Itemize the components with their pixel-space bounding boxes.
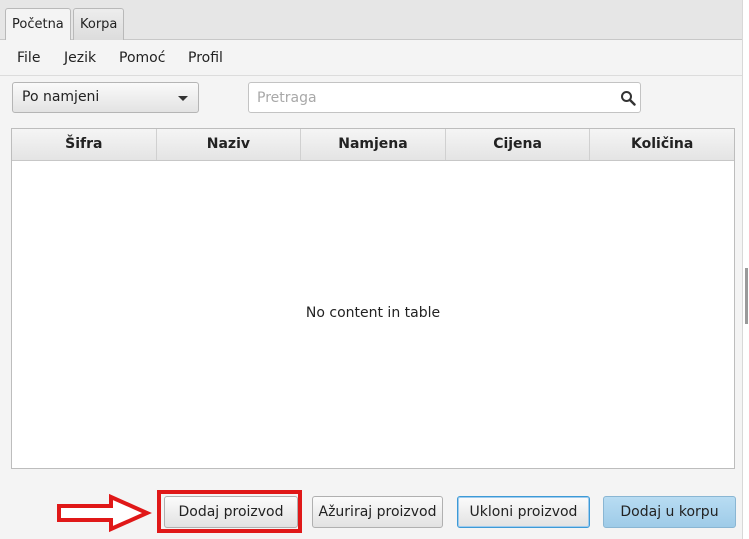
products-table[interactable]: Šifra Naziv Namjena Cijena Količina No c… xyxy=(11,128,735,469)
remove-product-button[interactable]: Ukloni proizvod xyxy=(457,496,590,528)
column-header-namjena[interactable]: Namjena xyxy=(301,129,446,160)
search-field[interactable] xyxy=(248,82,641,113)
tab-korpa[interactable]: Korpa xyxy=(73,8,125,40)
column-header-kolicina[interactable]: Količina xyxy=(590,129,734,160)
add-product-button[interactable]: Dodaj proizvod xyxy=(164,496,298,528)
filter-selected-value: Po namjeni xyxy=(22,89,100,105)
menu-profil[interactable]: Profil xyxy=(188,50,223,66)
menu-file[interactable]: File xyxy=(17,50,40,66)
arrow-right-icon xyxy=(57,493,152,533)
search-icon[interactable] xyxy=(620,90,636,106)
empty-table-message: No content in table xyxy=(305,305,441,321)
chevron-down-icon xyxy=(178,96,188,101)
side-scrollbar[interactable] xyxy=(742,0,749,539)
menu-pomoc[interactable]: Pomoć xyxy=(119,50,165,66)
column-header-sifra[interactable]: Šifra xyxy=(12,129,157,160)
column-header-naziv[interactable]: Naziv xyxy=(157,129,302,160)
menu-jezik[interactable]: Jezik xyxy=(64,50,96,66)
tab-bar: Početna Korpa xyxy=(0,0,742,41)
filter-dropdown[interactable]: Po namjeni xyxy=(12,82,199,113)
menu-bar: File Jezik Pomoć Profil xyxy=(0,40,742,76)
main-window: Početna Korpa File Jezik Pomoć Profil Po… xyxy=(0,0,742,539)
column-header-cijena[interactable]: Cijena xyxy=(446,129,591,160)
table-header: Šifra Naziv Namjena Cijena Količina xyxy=(12,129,734,161)
search-input[interactable] xyxy=(257,88,607,108)
scrollbar-thumb[interactable] xyxy=(745,268,748,324)
add-to-cart-button[interactable]: Dodaj u korpu xyxy=(603,496,736,528)
tab-pocetna[interactable]: Početna xyxy=(5,8,71,41)
update-product-button[interactable]: Ažuriraj proizvod xyxy=(312,496,443,528)
